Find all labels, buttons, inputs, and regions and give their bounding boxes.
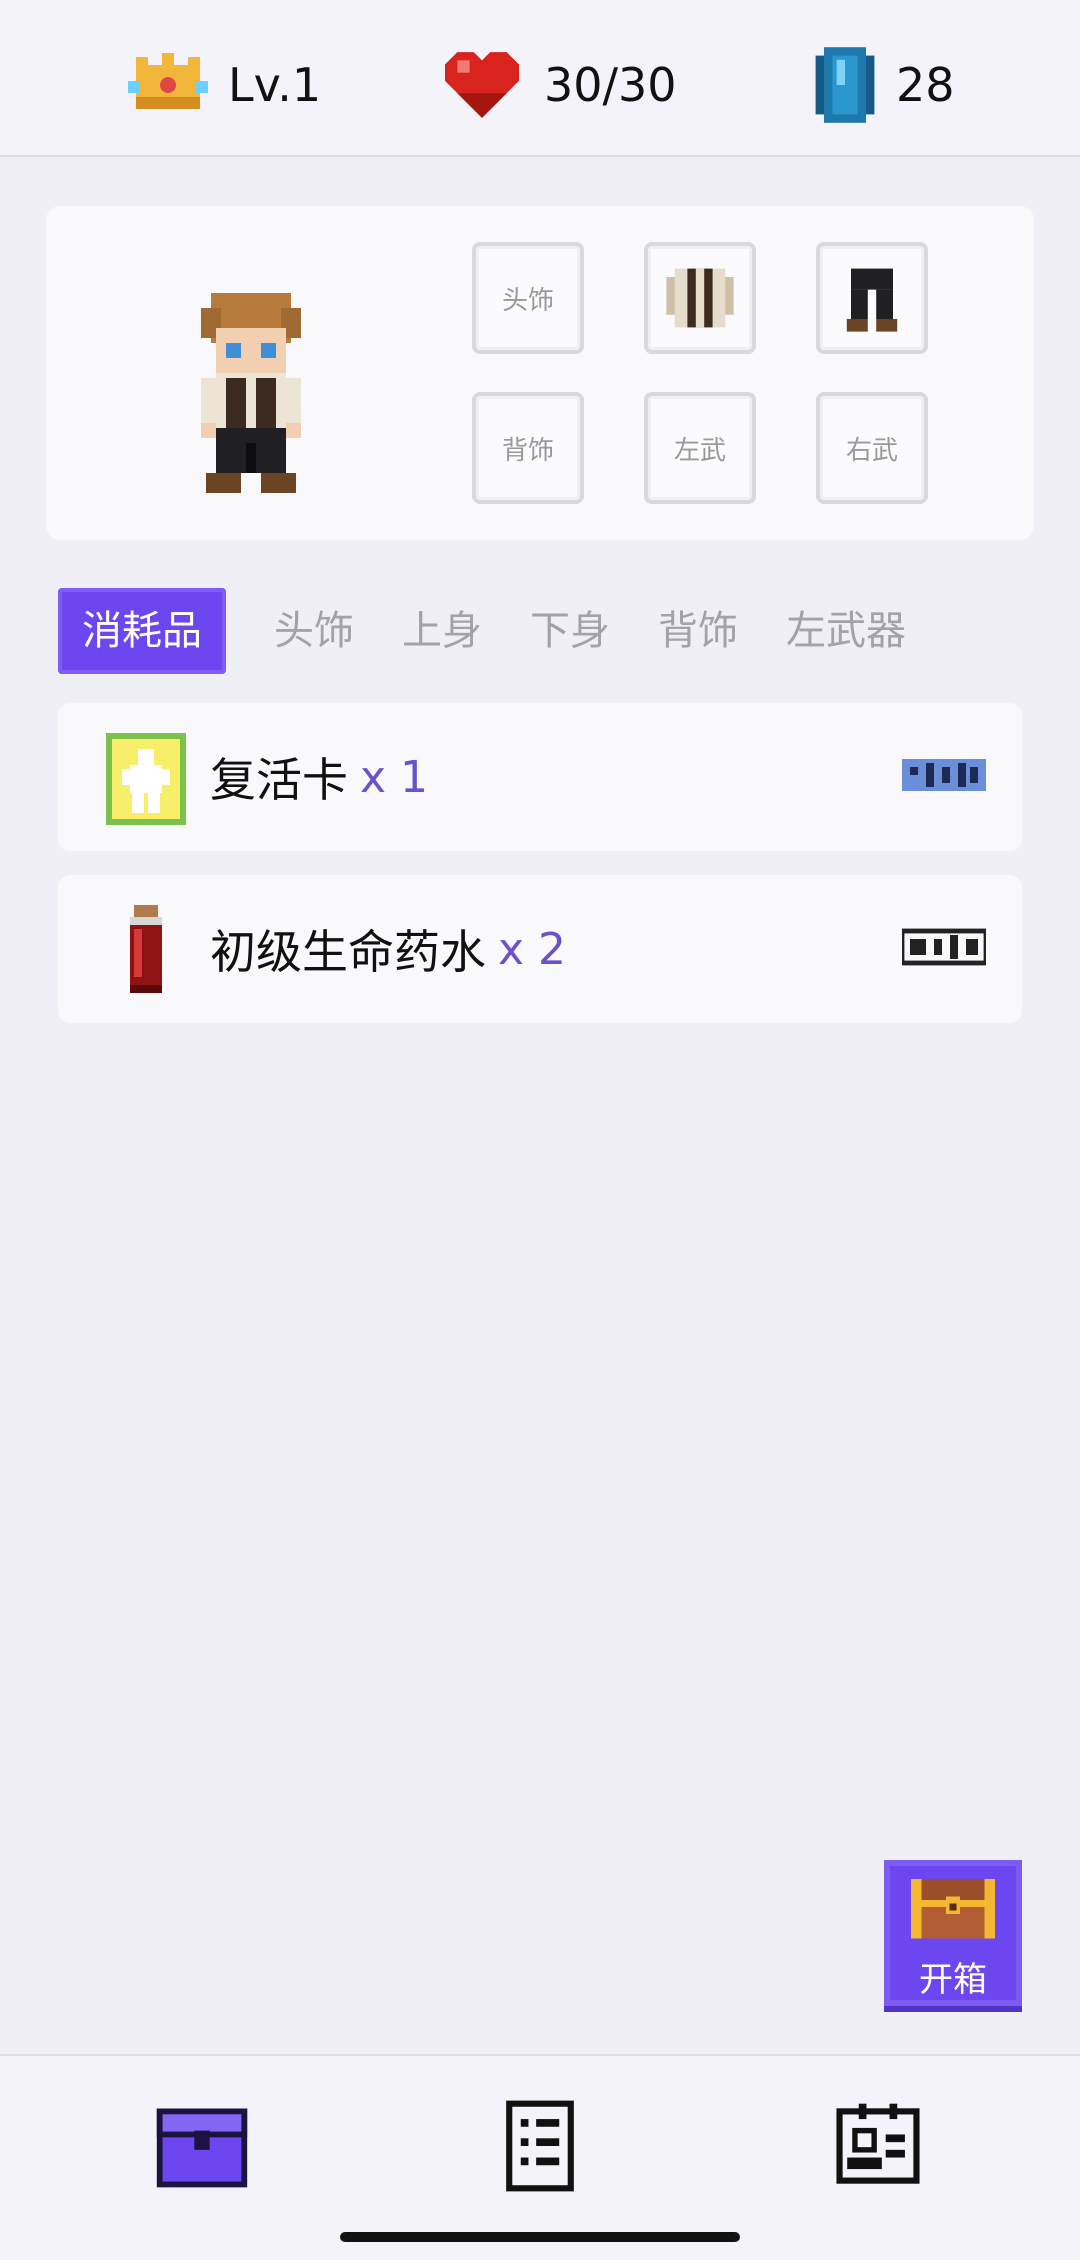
tab-headwear[interactable]: 头饰	[250, 588, 378, 674]
bag-icon[interactable]	[152, 2096, 252, 2196]
open-chest-button[interactable]: 开箱	[884, 1860, 1022, 2006]
home-indicator	[340, 2232, 740, 2242]
tab-left-weapon[interactable]: 左武器	[762, 588, 930, 674]
item-title: 初级生命药水	[210, 925, 486, 979]
item-quantity: x 2	[498, 923, 567, 975]
slot-head[interactable]: 头饰	[472, 242, 584, 354]
rarity-badge-icon	[902, 759, 986, 791]
slot-back[interactable]: 背饰	[472, 392, 584, 504]
slot-bottom[interactable]	[816, 242, 928, 354]
slot-head-label: 头饰	[501, 285, 554, 316]
slot-right-weapon-label: 右武	[845, 435, 898, 466]
item-name: 复活卡 x 1	[210, 703, 428, 851]
pants-icon	[846, 268, 898, 332]
health-potion-icon	[130, 905, 162, 993]
crown-icon	[128, 53, 208, 109]
inventory-tabs: 消耗品 头饰 上身 下身 背饰 左武器	[58, 588, 1038, 674]
level-stat: Lv.1	[128, 40, 321, 130]
gem-count: 28	[896, 58, 955, 112]
tab-consumables[interactable]: 消耗品	[58, 588, 226, 674]
status-bar: Lv.1 30/30 28	[0, 0, 1080, 157]
character-avatar	[201, 293, 301, 493]
hp-stat: 30/30	[440, 40, 677, 130]
list-icon[interactable]	[490, 2096, 590, 2196]
treasure-chest-icon	[911, 1879, 995, 1939]
revive-card-icon	[106, 733, 186, 825]
profile-icon[interactable]	[828, 2096, 928, 2196]
open-chest-label: 开箱	[919, 1960, 987, 2000]
item-title: 复活卡	[210, 753, 348, 807]
slot-left-weapon[interactable]: 左武	[644, 392, 756, 504]
list-item[interactable]: 复活卡 x 1	[58, 703, 1022, 851]
tab-back[interactable]: 背饰	[634, 588, 762, 674]
level-value: Lv.1	[228, 58, 322, 112]
slot-left-weapon-label: 左武	[673, 435, 726, 466]
heart-icon	[445, 52, 519, 118]
slot-right-weapon[interactable]: 右武	[816, 392, 928, 504]
equipment-panel: 头饰 背饰 左武 右武	[46, 206, 1034, 540]
item-quantity: x 1	[360, 751, 429, 803]
tab-upper-body[interactable]: 上身	[378, 588, 506, 674]
slot-back-label: 背饰	[501, 435, 554, 466]
common-badge-icon	[902, 928, 986, 966]
slot-top[interactable]	[644, 242, 756, 354]
item-name: 初级生命药水 x 2	[210, 875, 566, 1023]
jacket-icon	[666, 268, 734, 328]
gem-icon	[815, 47, 875, 123]
list-item[interactable]: 初级生命药水 x 2	[58, 875, 1022, 1023]
tab-lower-body[interactable]: 下身	[506, 588, 634, 674]
hp-value: 30/30	[544, 58, 677, 112]
bottom-nav	[0, 2054, 1080, 2260]
gem-stat: 28	[814, 40, 955, 130]
